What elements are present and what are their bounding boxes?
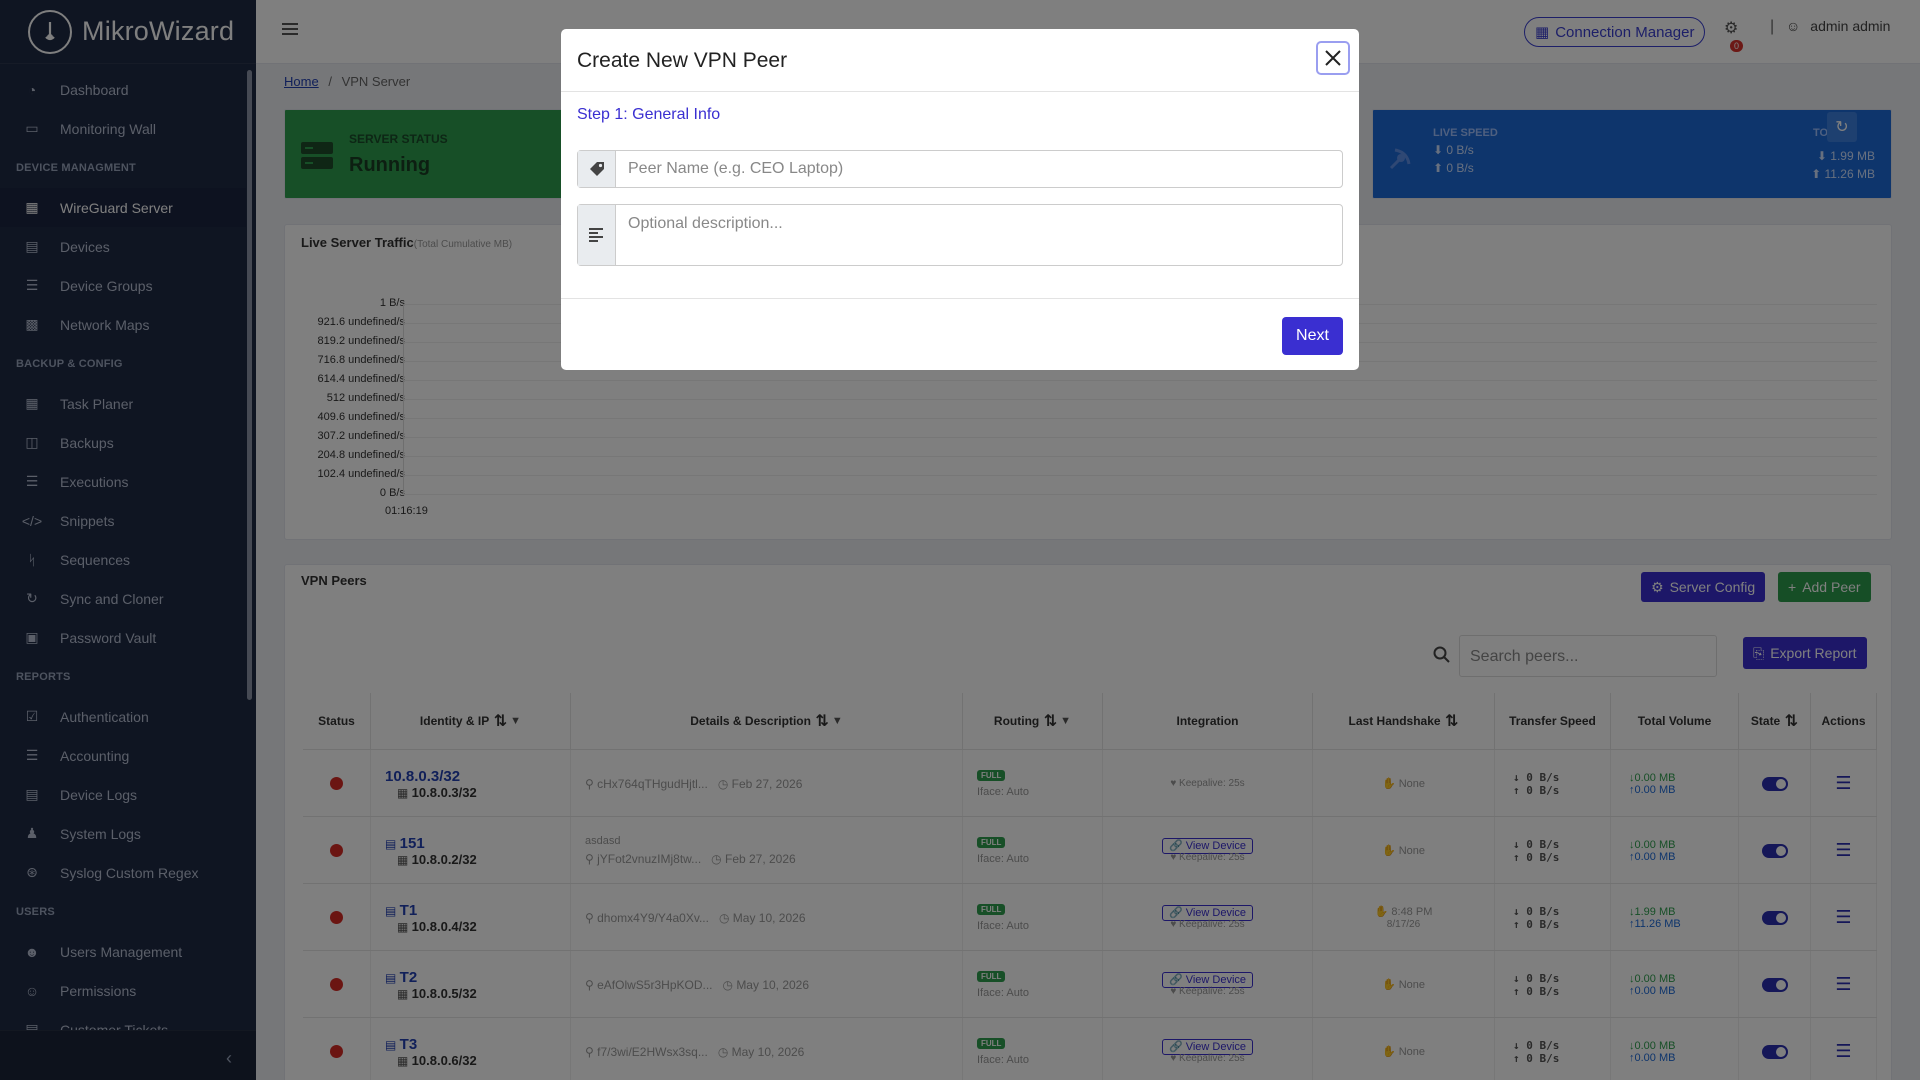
next-button[interactable]: Next	[1282, 317, 1343, 355]
close-icon	[1325, 50, 1341, 66]
description-textarea[interactable]: Optional description...	[616, 205, 1342, 265]
close-button[interactable]	[1316, 41, 1350, 75]
modal-footer-divider	[561, 298, 1359, 299]
create-peer-modal: Create New VPN Peer Step 1: General Info…	[561, 29, 1359, 370]
tag-icon	[578, 151, 616, 187]
modal-header-divider	[561, 91, 1359, 92]
peer-name-input[interactable]: Peer Name (e.g. CEO Laptop)	[616, 151, 1342, 187]
align-left-icon	[578, 205, 616, 265]
modal-title: Create New VPN Peer	[577, 49, 788, 72]
peer-name-group: Peer Name (e.g. CEO Laptop)	[577, 150, 1343, 188]
app-root: MikroWizard ◔Dashboard▭Monitoring WallDE…	[0, 0, 1920, 1080]
step-label: Step 1: General Info	[577, 106, 721, 123]
description-group: Optional description...	[577, 204, 1343, 266]
